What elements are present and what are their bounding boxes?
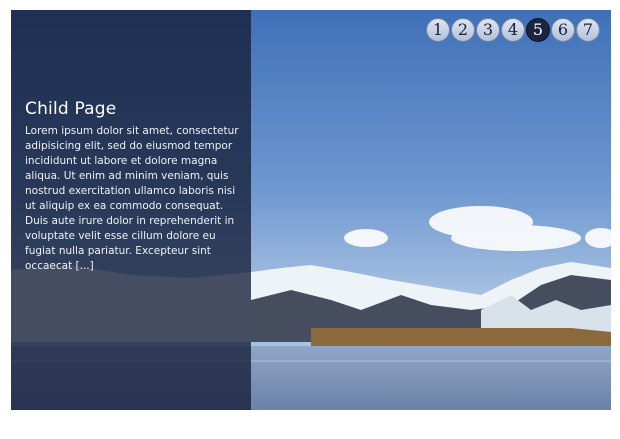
pager-button-4[interactable]: 4 bbox=[501, 18, 525, 42]
pager-button-1[interactable]: 1 bbox=[426, 18, 450, 42]
pager-button-3[interactable]: 3 bbox=[476, 18, 500, 42]
image-slider: Child Page Lorem ipsum dolor sit amet, c… bbox=[11, 10, 611, 410]
pager-button-2[interactable]: 2 bbox=[451, 18, 475, 42]
slide-excerpt: Lorem ipsum dolor sit amet, consectetur … bbox=[25, 125, 239, 272]
slide-pager: 1 2 3 4 5 6 7 bbox=[426, 18, 600, 42]
pager-button-5[interactable]: 5 bbox=[526, 18, 550, 42]
slide-title[interactable]: Child Page bbox=[25, 99, 240, 119]
pager-button-7[interactable]: 7 bbox=[576, 18, 600, 42]
pager-button-6[interactable]: 6 bbox=[551, 18, 575, 42]
caption-panel: Child Page Lorem ipsum dolor sit amet, c… bbox=[11, 10, 251, 410]
